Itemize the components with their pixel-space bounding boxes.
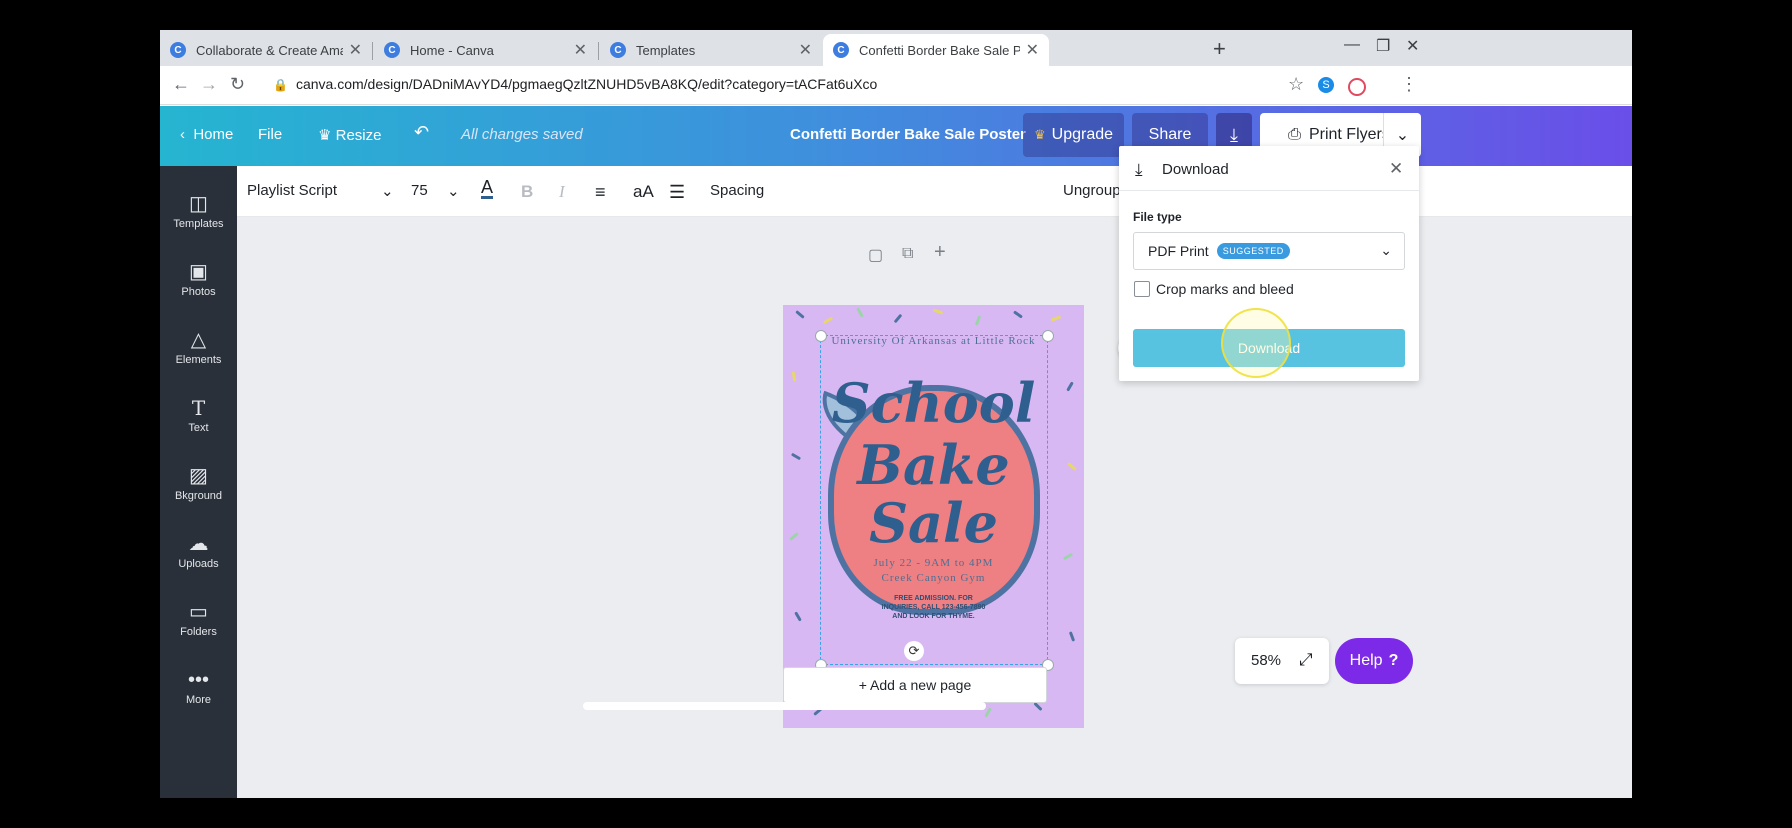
add-icon[interactable]: + <box>934 241 946 264</box>
duplicate-icon[interactable]: ⧉ <box>902 245 913 263</box>
tab-templates[interactable]: C Templates ✕ <box>600 34 822 66</box>
close-icon[interactable]: ✕ <box>1026 40 1039 60</box>
crop-marks-checkbox[interactable] <box>1134 281 1150 297</box>
spacing-button[interactable]: Spacing <box>710 182 764 199</box>
resize-button[interactable]: ♛ Resize <box>318 126 381 144</box>
templates-icon: ◫ <box>189 193 208 215</box>
more-dots-icon: ••• <box>187 669 209 691</box>
save-status: All changes saved <box>461 126 583 143</box>
extension-icon[interactable] <box>1348 78 1366 96</box>
address-bar: ← → ↻ 🔒 canva.com/design/DADniMAvYD4/pgma… <box>160 66 1632 105</box>
file-type-label: File type <box>1133 210 1182 224</box>
panel-title: Download <box>1162 161 1229 178</box>
resize-handle[interactable] <box>1042 330 1054 342</box>
home-link[interactable]: ‹ Home <box>180 126 233 143</box>
chevron-down-icon[interactable]: ⌄ <box>447 182 460 200</box>
text-toolbar: Playlist Script ⌄ 75 ⌄ A B I ≡ aA ☰ Spac… <box>237 166 1632 217</box>
upgrade-button[interactable]: ♛ Upgrade <box>1023 113 1124 157</box>
photo-icon: ▣ <box>189 261 208 283</box>
tab-bar: C Collaborate & Create Amazing G ✕ C Hom… <box>160 30 1632 66</box>
poster-page[interactable]: University Of Arkansas at Little Rock Sc… <box>783 305 1084 728</box>
sidebar-item-text[interactable]: T Text <box>160 390 237 458</box>
align-center-icon[interactable]: ≡ <box>595 182 606 203</box>
font-family-select[interactable]: Playlist Script <box>247 182 337 199</box>
crown-icon: ♛ <box>1033 127 1046 142</box>
design-canvas: ▢ ⧉ + University Of Arkansas at Little R… <box>237 217 1632 798</box>
close-window-icon[interactable]: ✕ <box>1406 36 1419 56</box>
text-color-icon[interactable]: A <box>481 178 494 199</box>
menu-kebab-icon[interactable]: ⋮ <box>1400 74 1418 95</box>
sidebar-item-elements[interactable]: △ Elements <box>160 322 237 390</box>
canva-favicon-icon: C <box>384 42 400 58</box>
italic-icon[interactable]: I <box>559 182 565 202</box>
zoom-control[interactable]: 58% ⤢ <box>1235 638 1329 684</box>
cursor-highlight <box>1221 308 1291 378</box>
lock-icon: 🔒 <box>273 78 288 92</box>
resize-handle[interactable] <box>815 330 827 342</box>
bookmark-star-icon[interactable]: ☆ <box>1288 74 1304 95</box>
undo-icon[interactable]: ↶ <box>414 122 429 143</box>
document-title[interactable]: Confetti Border Bake Sale Poster <box>790 126 1026 143</box>
suggested-badge: SUGGESTED <box>1216 243 1290 259</box>
close-icon[interactable]: ✕ <box>349 40 362 60</box>
canva-favicon-icon: C <box>170 42 186 58</box>
font-size-select[interactable]: 75 <box>411 182 428 199</box>
url-field[interactable]: 🔒 canva.com/design/DADniMAvYD4/pgmaegQzlt… <box>273 76 877 92</box>
cloud-upload-icon: ☁ <box>188 533 209 555</box>
browser-window: C Collaborate & Create Amazing G ✕ C Hom… <box>160 30 1632 798</box>
canva-favicon-icon: C <box>610 42 626 58</box>
sidebar-item-photos[interactable]: ▣ Photos <box>160 254 237 322</box>
ungroup-button[interactable]: Ungroup <box>1063 182 1121 199</box>
sidebar-item-folders[interactable]: ▭ Folders <box>160 594 237 662</box>
restore-icon[interactable]: ❐ <box>1376 36 1390 56</box>
letter-case-icon[interactable]: aA <box>633 182 654 202</box>
close-icon[interactable]: ✕ <box>799 40 812 60</box>
add-page-button[interactable]: + Add a new page <box>783 667 1047 703</box>
file-type-select[interactable]: PDF Print SUGGESTED ⌄ <box>1133 232 1405 270</box>
left-sidebar: ◫ Templates ▣ Photos △ Elements T Text ▨ Bkgr… <box>160 166 237 798</box>
download-icon: ⤓ <box>1135 160 1143 179</box>
chevron-down-icon[interactable]: ⌄ <box>381 182 394 200</box>
file-menu[interactable]: File <box>258 126 282 143</box>
bold-icon[interactable]: B <box>521 182 533 202</box>
selection-box[interactable] <box>820 335 1048 665</box>
new-tab-icon[interactable]: + <box>1213 36 1226 62</box>
crop-marks-label: Crop marks and bleed <box>1156 281 1294 297</box>
close-icon[interactable]: ✕ <box>1389 159 1403 179</box>
chevron-down-icon: ⌄ <box>1380 242 1392 258</box>
chevron-left-icon: ‹ <box>180 126 194 143</box>
tab-confetti-poster[interactable]: C Confetti Border Bake Sale Poster ✕ <box>823 34 1049 66</box>
back-icon[interactable]: ← <box>172 74 190 95</box>
sidebar-item-templates[interactable]: ◫ Templates <box>160 186 237 254</box>
close-icon[interactable]: ✕ <box>574 40 587 60</box>
sidebar-item-more[interactable]: ••• More <box>160 662 237 730</box>
rotate-icon[interactable]: ⟳ <box>904 641 924 661</box>
reload-icon[interactable]: ↻ <box>230 74 245 95</box>
fullscreen-icon[interactable]: ⤢ <box>1299 650 1313 670</box>
print-icon: ⎙ <box>1288 126 1301 143</box>
shapes-icon: △ <box>190 329 207 351</box>
download-panel: ⤓ Download ✕ File type PDF Print SUGGEST… <box>1119 146 1419 381</box>
skype-extension-icon[interactable]: S <box>1318 77 1334 93</box>
folder-icon: ▭ <box>189 601 208 623</box>
background-hatch-icon: ▨ <box>189 465 208 487</box>
list-icon[interactable]: ☰ <box>669 182 685 203</box>
note-icon[interactable]: ▢ <box>868 245 883 265</box>
question-icon: ? <box>1388 652 1399 669</box>
forward-icon[interactable]: → <box>200 74 218 95</box>
minimize-icon[interactable]: — <box>1344 36 1360 54</box>
help-button[interactable]: Help? <box>1335 638 1413 684</box>
home-indicator <box>583 702 986 710</box>
crown-icon: ♛ <box>318 127 336 144</box>
tab-collaborate[interactable]: C Collaborate & Create Amazing G ✕ <box>160 34 372 66</box>
canva-favicon-icon: C <box>833 42 849 58</box>
sidebar-item-uploads[interactable]: ☁ Uploads <box>160 526 237 594</box>
sidebar-item-background[interactable]: ▨ Bkground <box>160 458 237 526</box>
tab-home-canva[interactable]: C Home - Canva ✕ <box>374 34 597 66</box>
text-icon: T <box>191 396 206 420</box>
